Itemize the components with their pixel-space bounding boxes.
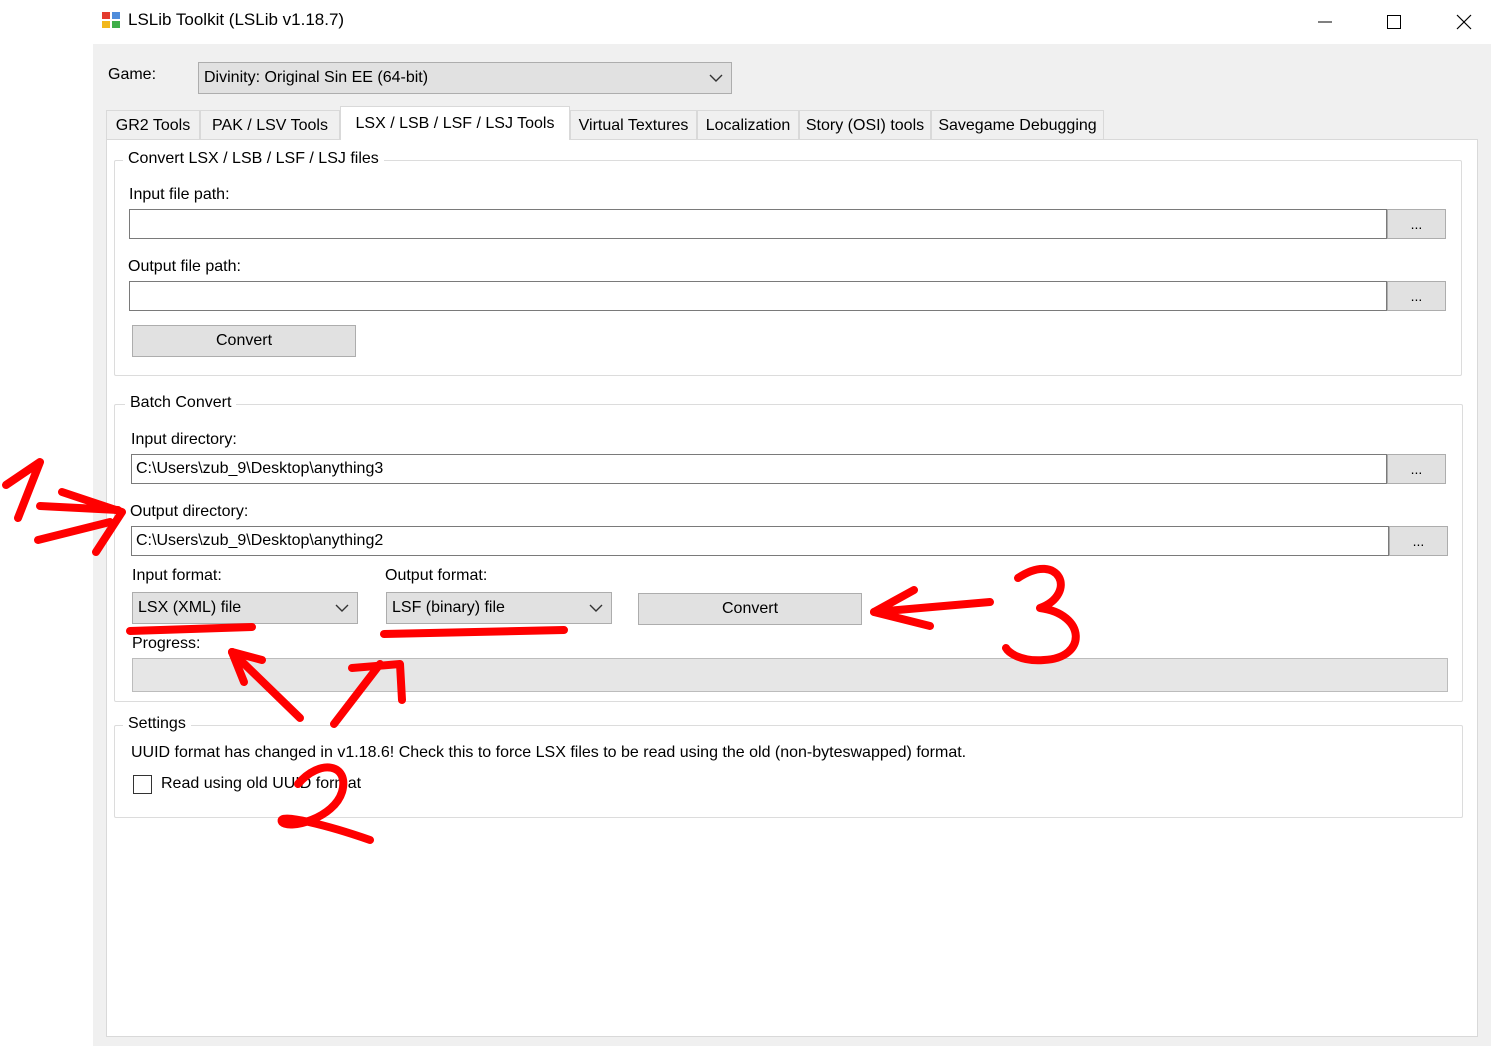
game-select-value: Divinity: Original Sin EE (64-bit) [204, 69, 429, 86]
tab-virtual-textures[interactable]: Virtual Textures [570, 110, 697, 140]
input-file-browse-button[interactable]: ... [1387, 209, 1446, 239]
tab-gr2-tools[interactable]: GR2 Tools [106, 110, 200, 140]
uuid-format-note: UUID format has changed in v1.18.6! Chec… [131, 744, 967, 761]
old-uuid-format-label[interactable]: Read using old UUID format [161, 775, 361, 793]
title-bar[interactable]: LSLib Toolkit (LSLib v1.18.7) [93, 0, 1491, 44]
output-file-label: Output file path: [128, 258, 241, 275]
batch-convert-group: Batch Convert Input directory: ... Outpu… [114, 394, 1463, 702]
window-title: LSLib Toolkit (LSLib v1.18.7) [128, 10, 345, 29]
output-format-label: Output format: [385, 567, 488, 584]
app-window: LSLib Toolkit (LSLib v1.18.7) Game: Divi… [93, 0, 1491, 1046]
annotation-label-1: 1 [30, 469, 31, 471]
output-file-path-input[interactable] [129, 281, 1387, 311]
maximize-icon [1387, 15, 1401, 29]
convert-group-title: Convert LSX / LSB / LSF / LSJ files [123, 150, 384, 168]
input-file-label: Input file path: [129, 186, 230, 203]
input-format-value: LSX (XML) file [138, 599, 242, 616]
progress-bar [132, 658, 1448, 692]
output-format-select[interactable]: LSF (binary) file [386, 592, 612, 624]
output-format-value: LSF (binary) file [392, 599, 505, 616]
maximize-button[interactable] [1371, 0, 1417, 44]
output-file-browse-button[interactable]: ... [1387, 281, 1446, 311]
tab-story-osi-tools[interactable]: Story (OSI) tools [799, 110, 931, 140]
tab-lsx-lsb-lsf-lsj-tools[interactable]: LSX / LSB / LSF / LSJ Tools [340, 106, 570, 140]
output-directory-input[interactable] [131, 526, 1389, 556]
output-directory-label: Output directory: [130, 503, 249, 520]
chevron-down-icon [589, 604, 603, 612]
chevron-down-icon [709, 74, 723, 82]
settings-group: Settings UUID format has changed in v1.1… [114, 715, 1463, 818]
old-uuid-format-checkbox[interactable] [133, 775, 152, 794]
batch-convert-button[interactable]: Convert [638, 593, 862, 625]
progress-label: Progress: [132, 635, 201, 652]
input-format-label: Input format: [132, 567, 222, 584]
batch-group-title: Batch Convert [125, 394, 237, 412]
app-icon [102, 12, 120, 28]
minimize-button[interactable] [1302, 0, 1348, 44]
convert-files-group: Convert LSX / LSB / LSF / LSJ files Inpu… [114, 150, 1462, 376]
minimize-icon [1318, 21, 1332, 23]
tab-page-lsx-tools: Convert LSX / LSB / LSF / LSJ files Inpu… [106, 139, 1478, 1037]
game-label: Game: [108, 66, 157, 83]
close-button[interactable] [1441, 0, 1487, 44]
tab-localization[interactable]: Localization [697, 110, 799, 140]
input-directory-input[interactable] [131, 454, 1387, 484]
settings-group-title: Settings [123, 715, 191, 733]
input-directory-label: Input directory: [131, 431, 237, 448]
close-icon [1456, 14, 1472, 30]
input-file-path-input[interactable] [129, 209, 1387, 239]
game-select[interactable]: Divinity: Original Sin EE (64-bit) [198, 62, 732, 94]
input-format-select[interactable]: LSX (XML) file [132, 592, 358, 624]
tab-savegame-debugging[interactable]: Savegame Debugging [931, 110, 1104, 140]
chevron-down-icon [335, 604, 349, 612]
output-directory-browse-button[interactable]: ... [1389, 526, 1448, 556]
convert-file-button[interactable]: Convert [132, 325, 356, 357]
input-directory-browse-button[interactable]: ... [1387, 454, 1446, 484]
tab-pak-lsv-tools[interactable]: PAK / LSV Tools [200, 110, 340, 140]
